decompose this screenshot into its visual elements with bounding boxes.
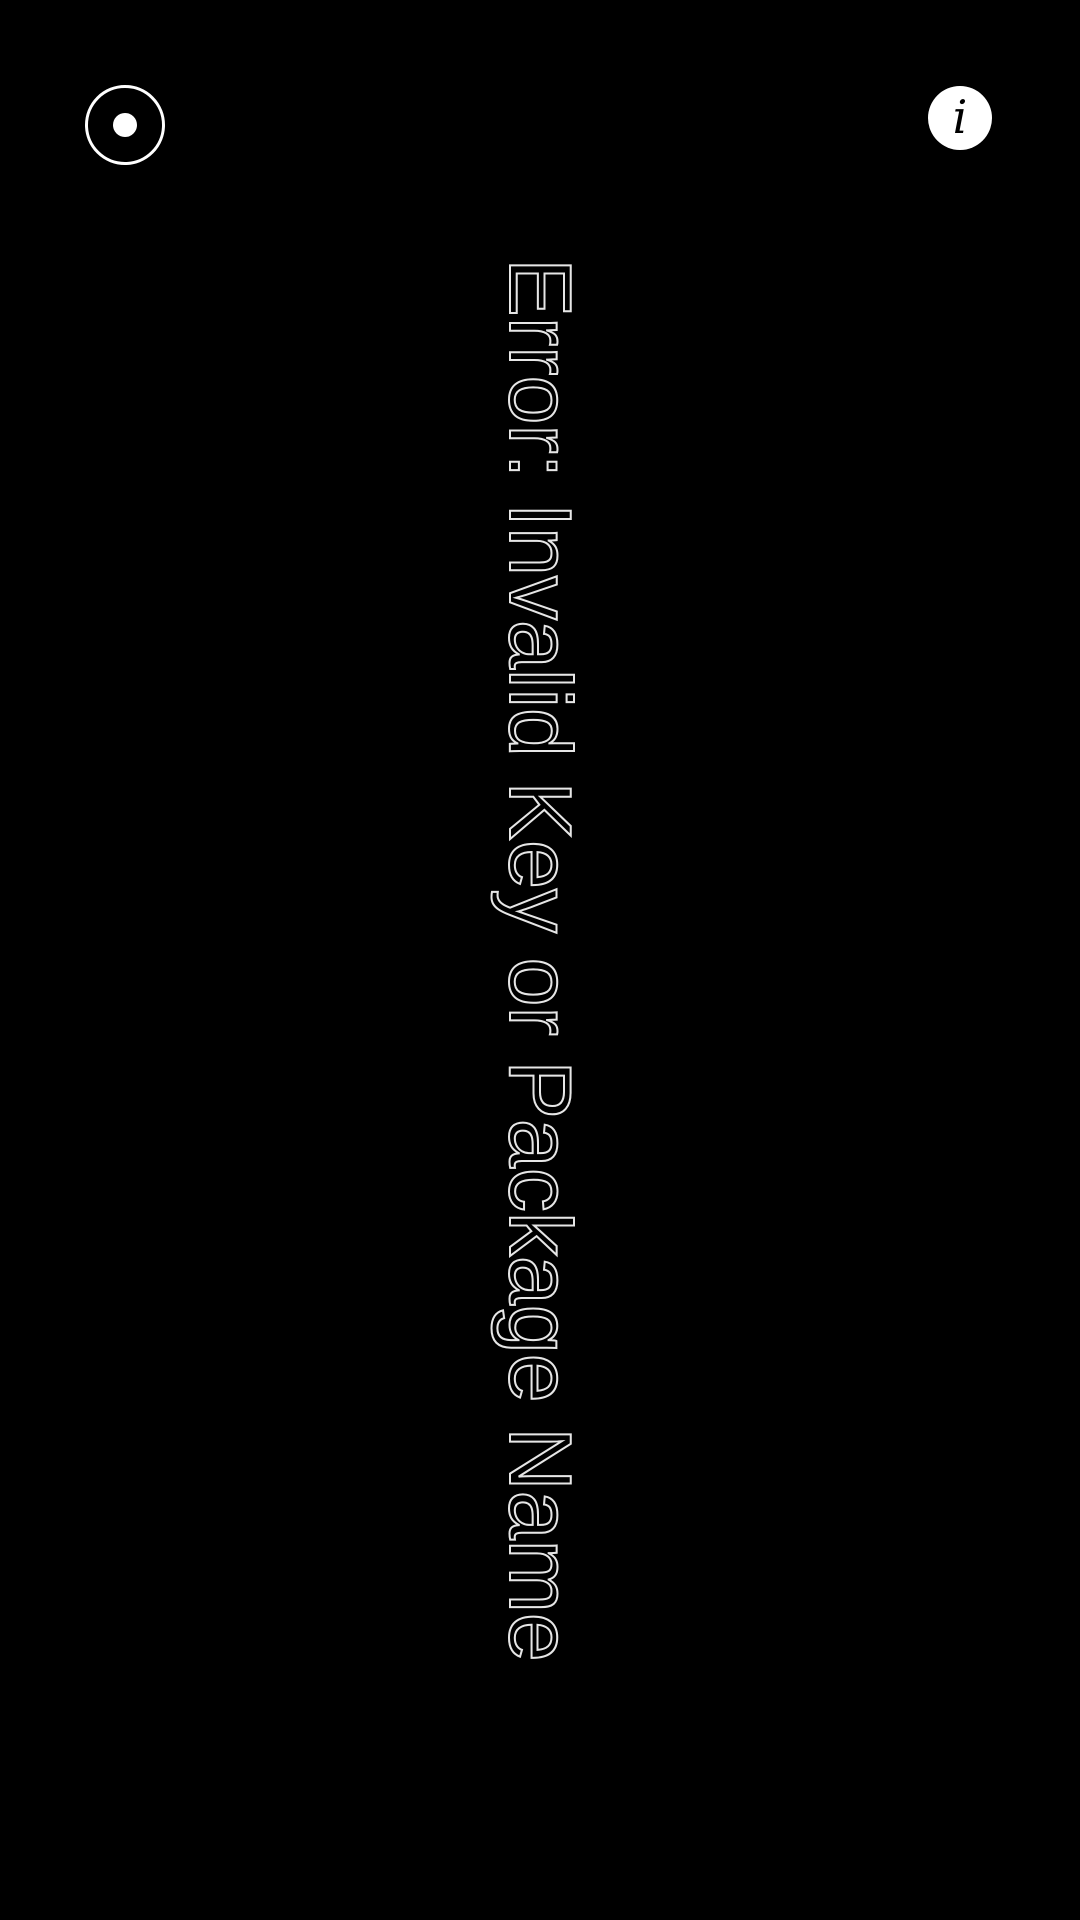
target-icon-dot <box>113 113 137 137</box>
error-message: Error: Invalid Key or Package Name <box>490 257 591 1663</box>
info-icon-glyph: i <box>952 90 968 144</box>
info-icon[interactable]: i <box>928 86 992 150</box>
app-screen: i Error: Invalid Key or Package Name <box>0 0 1080 1920</box>
target-icon[interactable] <box>85 85 165 165</box>
